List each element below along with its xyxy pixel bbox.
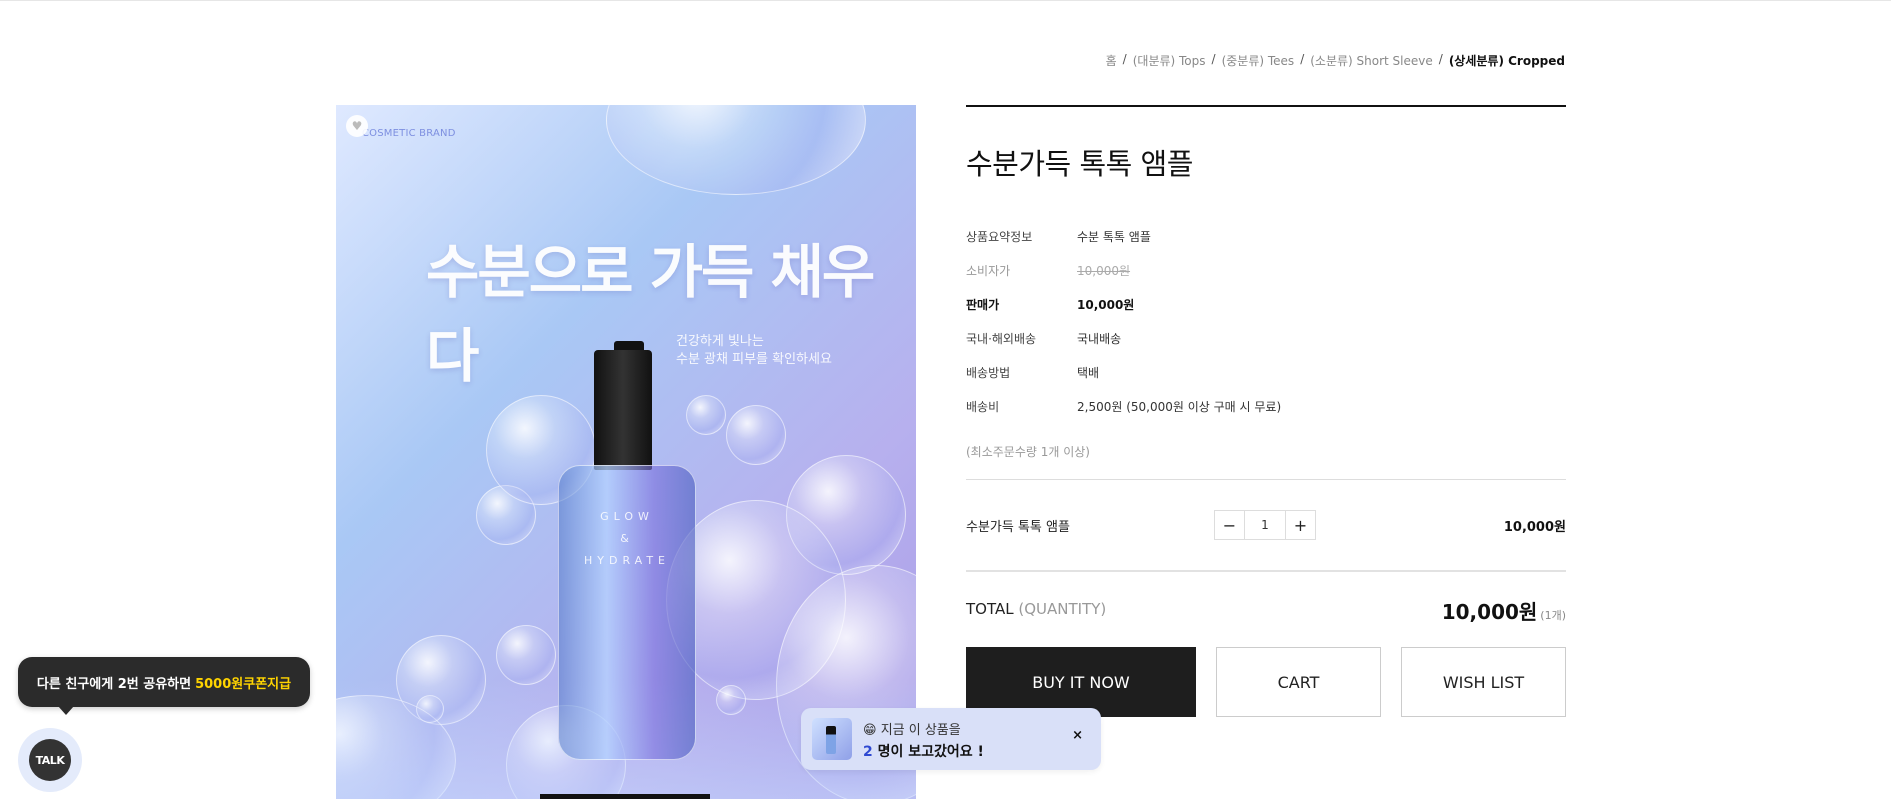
increase-button[interactable]: +	[1286, 511, 1315, 539]
product-info: 수분가득 톡톡 앰플 상품요약정보 수분 톡톡 앰플 소비자가 10,000원 …	[966, 105, 1566, 717]
info-top-border	[966, 105, 1566, 107]
brand-logo: COSMETIC BRAND	[362, 128, 456, 139]
spec-row-shipping-region: 국내·해외배송 국내배송	[966, 321, 1566, 355]
spec-value: 택배	[1077, 365, 1100, 380]
breadcrumb-separator: /	[1122, 52, 1127, 66]
product-title: 수분가득 톡톡 앰플	[966, 147, 1193, 181]
spec-table: 상품요약정보 수분 톡톡 앰플 소비자가 10,000원 판매가 10,000원…	[966, 219, 1566, 423]
spec-value: 10,000원	[1077, 297, 1135, 312]
spec-row-shipping-method: 배송방법 택배	[966, 355, 1566, 389]
spec-value: 국내배송	[1077, 331, 1122, 346]
spec-row-summary: 상품요약정보 수분 톡톡 앰플	[966, 219, 1566, 253]
spec-row-retail-price: 소비자가 10,000원	[966, 253, 1566, 287]
option-price: 10,000원	[1503, 519, 1566, 535]
breadcrumb-separator: /	[1300, 52, 1305, 66]
recent-viewers-popup: 😁 지금 이 상품을 2 명이 보고갔어요 ! ×	[801, 708, 1101, 770]
close-icon[interactable]: ×	[1072, 728, 1083, 743]
total-label: TOTAL (QUANTITY)	[966, 600, 1107, 618]
bottle-body: GLOW & HYDRATE	[558, 465, 696, 760]
heart-icon[interactable]: ♥	[346, 115, 368, 137]
spec-label: 소비자가	[966, 263, 1011, 278]
breadcrumb-tops[interactable]: (대분류) Tops	[1133, 52, 1206, 69]
buy-now-button[interactable]: BUY IT NOW	[966, 647, 1196, 717]
breadcrumb-tees[interactable]: (중분류) Tees	[1222, 52, 1295, 69]
breadcrumb: 홈 / (대분류) Tops / (중분류) Tees / (소분류) Shor…	[1106, 52, 1565, 69]
share-coupon-banner[interactable]: 다른 친구에게 2번 공유하면 5000원쿠폰지급	[18, 657, 310, 715]
spec-label: 배송비	[966, 399, 1000, 414]
top-divider	[0, 0, 1891, 2]
breadcrumb-separator: /	[1438, 52, 1443, 66]
viewer-count: 2	[863, 744, 873, 760]
breadcrumb-separator: /	[1211, 52, 1216, 66]
kakao-talk-button[interactable]: TALK	[18, 728, 82, 792]
viewers-line-2: 2 명이 보고갔어요 !	[863, 744, 984, 760]
coupon-highlight: 5000원쿠폰지급	[195, 676, 292, 692]
hero-subtitle: 건강하게 빛나는 수분 광채 피부를 확인하세요	[676, 334, 832, 367]
quantity-input[interactable]: 1	[1244, 511, 1286, 539]
cart-button[interactable]: CART	[1216, 647, 1381, 717]
spec-label: 국내·해외배송	[966, 331, 1037, 346]
viewers-line-1: 😁 지금 이 상품을	[863, 723, 961, 738]
selected-option-row: 수분가득 톡톡 앰플 − 1 + 10,000원	[966, 480, 1566, 570]
breadcrumb-current[interactable]: (상세분류) Cropped	[1449, 52, 1565, 69]
spec-label: 배송방법	[966, 365, 1011, 380]
total-amount: 10,000원 (1개)	[1441, 600, 1566, 624]
spec-label: 판매가	[966, 297, 1000, 312]
total-row: TOTAL (QUANTITY) 10,000원 (1개)	[966, 572, 1566, 647]
spec-value: 2,500원 (50,000원 이상 구매 시 무료)	[1077, 399, 1282, 414]
min-order-quantity: (최소주문수량 1개 이상)	[966, 445, 1090, 459]
wish-list-button[interactable]: WISH LIST	[1401, 647, 1566, 717]
bubble-decoration	[606, 105, 866, 195]
bubble-decoration	[726, 405, 786, 465]
breadcrumb-short-sleeve[interactable]: (소분류) Short Sleeve	[1310, 52, 1433, 69]
bottle-label: GLOW & HYDRATE	[584, 510, 670, 567]
talk-icon: TALK	[29, 739, 71, 781]
spec-label: 상품요약정보	[966, 229, 1033, 244]
spec-row-shipping-fee: 배송비 2,500원 (50,000원 이상 구매 시 무료)	[966, 389, 1566, 423]
spec-value: 수분 톡톡 앰플	[1077, 229, 1151, 244]
quantity-stepper: − 1 +	[1214, 510, 1316, 540]
bubble-decoration	[686, 395, 726, 435]
spec-value: 10,000원	[1077, 263, 1131, 278]
product-image[interactable]: GLOW & HYDRATE 수분으로 가득 채우다 건강하게 빛나는 수분 광…	[336, 105, 916, 799]
breadcrumb-home[interactable]: 홈	[1106, 52, 1117, 69]
hero-title: 수분으로 가득 채우다	[426, 238, 875, 390]
bubble-decoration	[496, 625, 556, 685]
decrease-button[interactable]: −	[1215, 511, 1244, 539]
image-slide-indicator	[540, 794, 710, 799]
total-count: (1개)	[1540, 609, 1566, 622]
product-thumbnail	[812, 718, 852, 760]
action-buttons: BUY IT NOW CART WISH LIST	[966, 647, 1566, 717]
option-name: 수분가득 톡톡 앰플	[966, 519, 1070, 535]
spec-row-sale-price: 판매가 10,000원	[966, 287, 1566, 321]
grin-emoji-icon: 😁	[863, 723, 877, 738]
